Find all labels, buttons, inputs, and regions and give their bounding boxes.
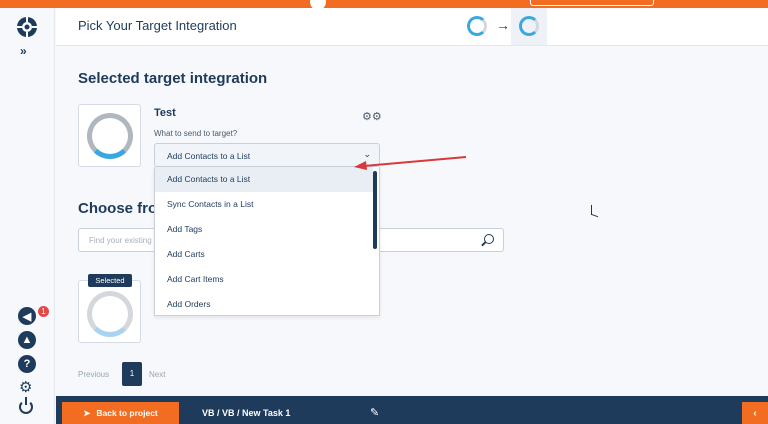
send-type-dropdown: Add Contacts to a List Sync Contacts in … <box>154 167 380 316</box>
pagination-next[interactable]: Next <box>149 370 165 379</box>
sidebar: » ◀ 1 ▲ ? ⚙ <box>0 8 55 424</box>
dropdown-option[interactable]: Add Contacts to a List <box>155 167 373 192</box>
dropdown-option[interactable]: Add Carts <box>155 242 373 267</box>
dropdown-option[interactable]: Add Orders <box>155 292 373 315</box>
integration-logo-icon <box>87 113 133 159</box>
page-title: Pick Your Target Integration <box>78 18 237 33</box>
rocket-icon[interactable]: ▲ <box>18 331 36 349</box>
step-target-icon[interactable] <box>519 16 539 36</box>
section-title: Selected target integration <box>78 70 268 87</box>
power-icon[interactable] <box>19 397 33 414</box>
step-source-icon[interactable] <box>467 16 487 36</box>
pagination-previous[interactable]: Previous <box>78 370 109 379</box>
header: Pick Your Target Integration → <box>56 8 768 46</box>
send-label: What to send to target? <box>154 129 238 138</box>
gears-icon[interactable]: ⚙⚙ <box>362 110 382 123</box>
integration-logo-icon <box>87 291 133 337</box>
pagination-page[interactable]: 1 <box>122 362 142 386</box>
dropdown-option[interactable]: Add Cart Items <box>155 267 373 292</box>
back-to-project-button[interactable]: ➤ Back to project <box>62 402 179 424</box>
pencil-icon[interactable]: ✎ <box>370 406 379 419</box>
search-placeholder: Find your existing <box>89 236 152 245</box>
question-icon[interactable]: ? <box>18 355 36 373</box>
footer-bar: ➤ Back to project VB / VB / New Task 1 ✎… <box>56 396 768 424</box>
send-type-select[interactable]: Add Contacts to a List ⌄ <box>154 143 380 167</box>
mouse-cursor <box>591 204 598 218</box>
brand-logo-icon[interactable] <box>16 16 38 38</box>
selected-badge: Selected <box>88 274 132 287</box>
back-button-label: Back to project <box>96 408 158 418</box>
arrow-right-icon: → <box>496 17 510 33</box>
dropdown-option[interactable]: Add Tags <box>155 217 373 242</box>
megaphone-icon[interactable]: ◀ <box>18 307 36 325</box>
dropdown-option[interactable]: Sync Contacts in a List <box>155 192 373 217</box>
chevron-left-icon[interactable]: ‹ <box>742 402 768 424</box>
double-chevron-right-icon[interactable]: » <box>20 44 27 58</box>
search-icon[interactable] <box>484 234 494 244</box>
top-banner <box>0 0 768 10</box>
dropdown-scrollbar[interactable] <box>373 171 377 249</box>
choose-section-title: Choose fro <box>78 200 158 217</box>
gear-icon[interactable]: ⚙ <box>19 378 32 396</box>
annotation-arrow <box>354 156 467 170</box>
selected-integration-card[interactable] <box>78 280 141 343</box>
selected-option: Add Contacts to a List <box>167 151 251 161</box>
breadcrumb: VB / VB / New Task 1 <box>202 408 291 418</box>
integration-name: Test <box>154 107 176 119</box>
notification-badge: 1 <box>38 306 49 317</box>
top-banner-button[interactable] <box>530 0 654 6</box>
rocket-icon: ➤ <box>83 407 91 418</box>
integration-logo-card <box>78 104 141 167</box>
